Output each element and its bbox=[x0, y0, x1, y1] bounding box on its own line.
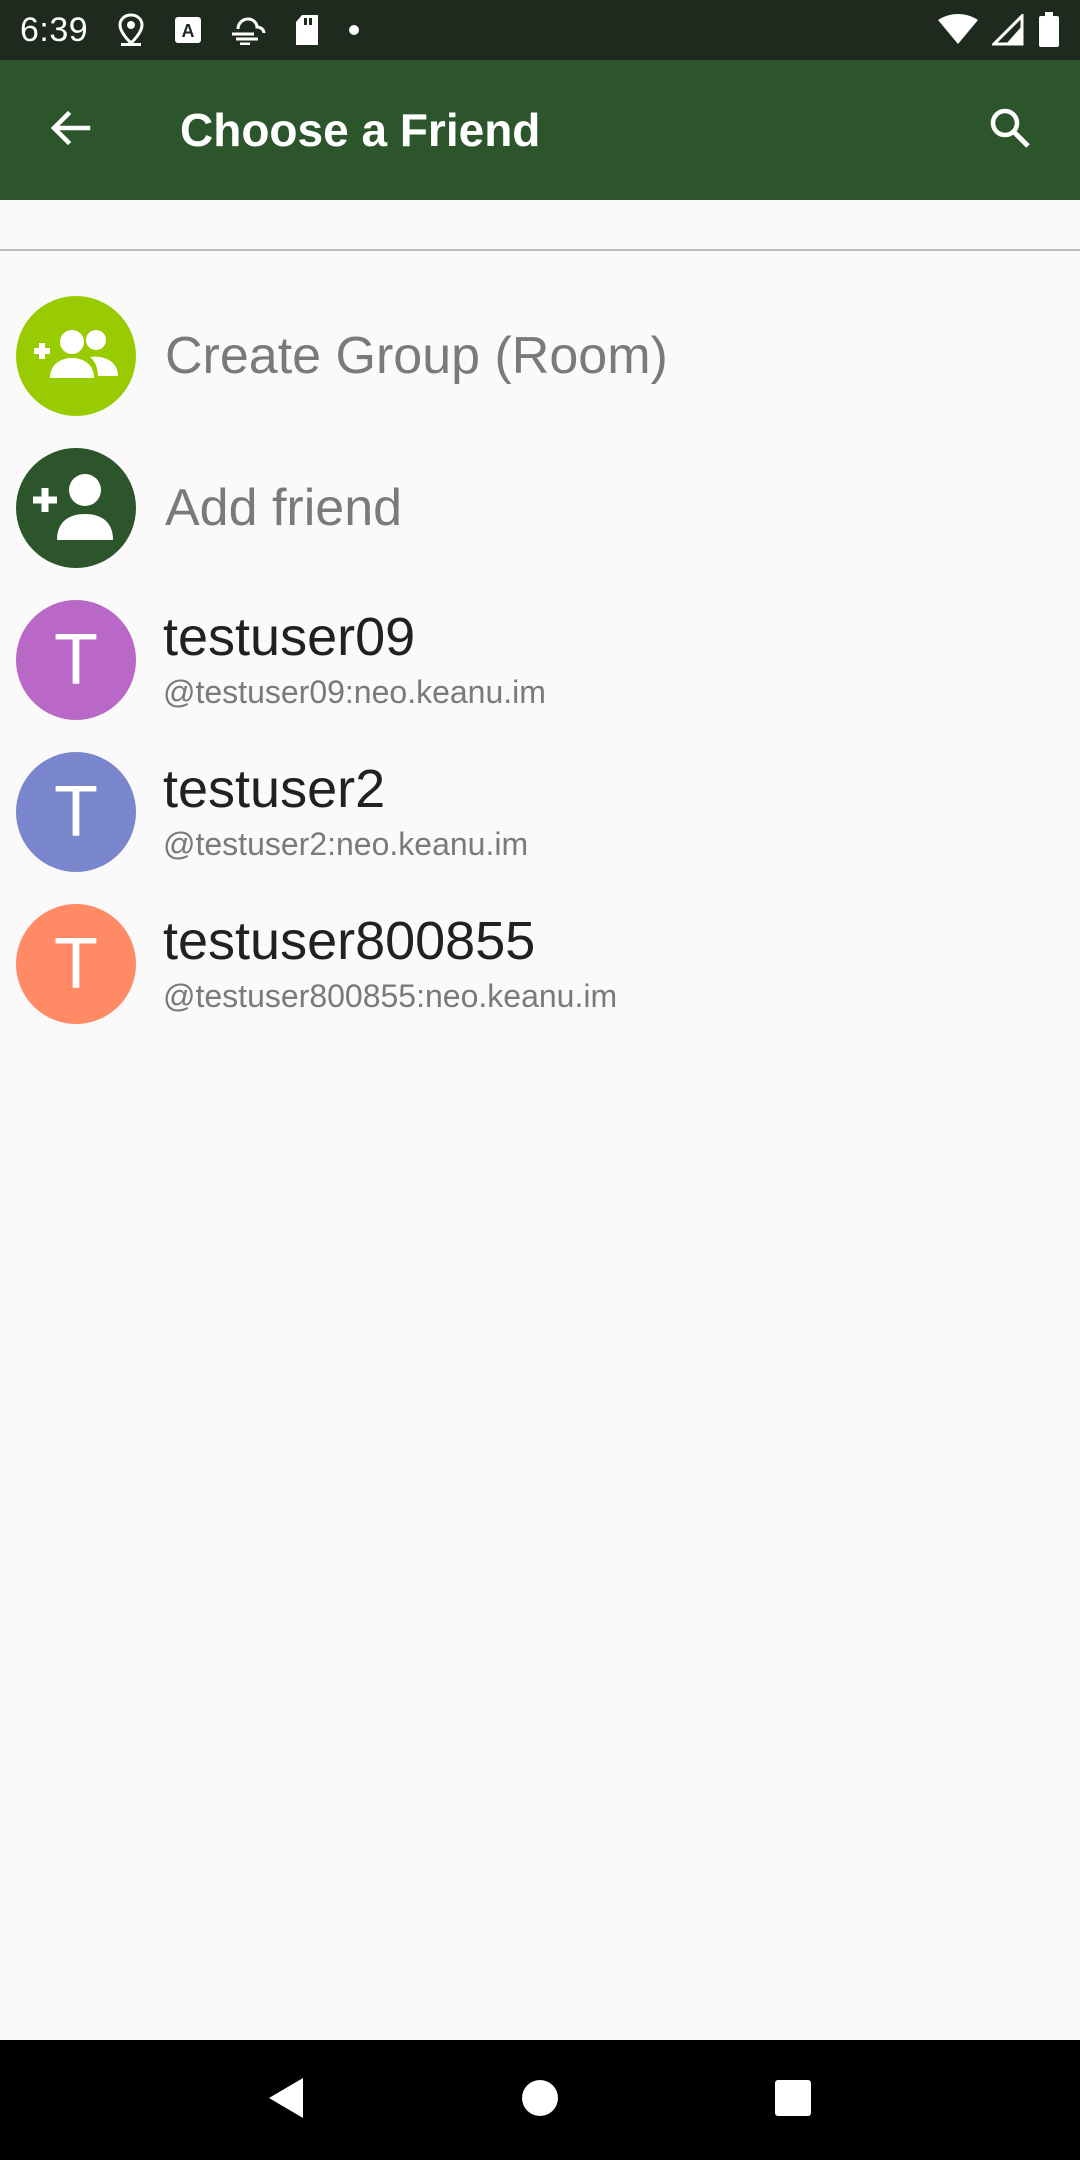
contact-name: testuser2 bbox=[163, 759, 386, 820]
status-notification-icons: A bbox=[116, 13, 360, 47]
back-button[interactable] bbox=[0, 60, 140, 200]
app-bar: Choose a Friend bbox=[0, 60, 1080, 200]
contact-row[interactable]: T testuser09 @testuser09:neo.keanu.im bbox=[0, 584, 1080, 736]
dot-icon bbox=[348, 24, 360, 36]
friend-list: Create Group (Room) Add friend T testuse… bbox=[0, 280, 1080, 1040]
nav-back-button[interactable] bbox=[247, 2060, 327, 2140]
wifi-icon bbox=[938, 14, 978, 46]
sd-card-icon bbox=[294, 14, 320, 46]
contact-text: testuser2 @testuser2:neo.keanu.im bbox=[163, 761, 528, 863]
back-triangle-icon bbox=[267, 2076, 307, 2125]
search-strip bbox=[0, 200, 1080, 250]
contact-handle: @testuser800855:neo.keanu.im bbox=[163, 977, 618, 1014]
create-group-row[interactable]: Create Group (Room) bbox=[0, 280, 1080, 432]
status-system-icons bbox=[938, 12, 1060, 48]
screen: 6:39 A Choose a Friend Create Group (Roo… bbox=[0, 0, 1080, 2160]
contact-handle: @testuser09:neo.keanu.im bbox=[163, 673, 546, 710]
location-pin-icon bbox=[116, 13, 146, 47]
contact-name: testuser800855 bbox=[163, 911, 536, 972]
add-friend-row[interactable]: Add friend bbox=[0, 432, 1080, 584]
contact-text: testuser800855 @testuser800855:neo.keanu… bbox=[163, 913, 617, 1015]
nav-home-button[interactable] bbox=[500, 2060, 580, 2140]
navigation-bar bbox=[0, 2040, 1080, 2160]
battery-icon bbox=[1038, 12, 1060, 48]
create-group-label: Create Group (Room) bbox=[165, 327, 668, 385]
search-button[interactable] bbox=[940, 60, 1080, 200]
avatar bbox=[16, 448, 136, 568]
cloud-wind-icon bbox=[230, 15, 266, 45]
person-add-icon bbox=[31, 468, 121, 549]
nav-recents-button[interactable] bbox=[753, 2060, 833, 2140]
a-text-icon: A bbox=[174, 16, 202, 44]
avatar: T bbox=[16, 904, 136, 1024]
contact-handle: @testuser2:neo.keanu.im bbox=[163, 825, 529, 862]
search-icon bbox=[988, 106, 1032, 155]
contact-name: testuser09 bbox=[163, 607, 416, 668]
divider bbox=[0, 249, 1080, 251]
avatar bbox=[16, 296, 136, 416]
contact-text: testuser09 @testuser09:neo.keanu.im bbox=[163, 609, 546, 711]
svg-text:A: A bbox=[182, 21, 195, 41]
arrow-back-icon bbox=[48, 106, 92, 155]
contact-row[interactable]: T testuser2 @testuser2:neo.keanu.im bbox=[0, 736, 1080, 888]
page-title: Choose a Friend bbox=[180, 104, 541, 156]
avatar-initial: T bbox=[54, 924, 98, 1004]
avatar-initial: T bbox=[54, 772, 98, 852]
avatar: T bbox=[16, 600, 136, 720]
recents-square-icon bbox=[774, 2079, 812, 2122]
avatar-initial: T bbox=[54, 620, 98, 700]
avatar: T bbox=[16, 752, 136, 872]
add-friend-label: Add friend bbox=[165, 479, 403, 537]
contact-row[interactable]: T testuser800855 @testuser800855:neo.kea… bbox=[0, 888, 1080, 1040]
status-bar: 6:39 A bbox=[0, 0, 1080, 60]
signal-icon bbox=[992, 14, 1024, 46]
group-add-icon bbox=[28, 324, 124, 389]
home-circle-icon bbox=[520, 2078, 560, 2123]
status-time: 6:39 bbox=[20, 10, 89, 49]
